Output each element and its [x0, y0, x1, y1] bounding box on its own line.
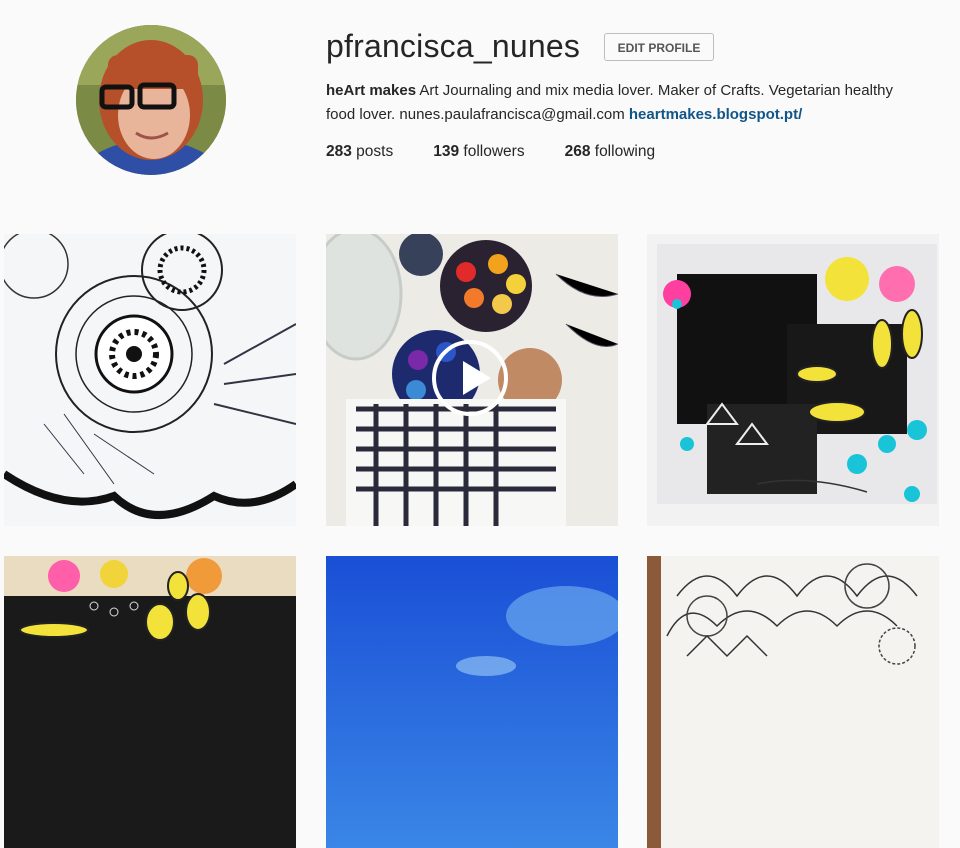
- profile-avatar[interactable]: [76, 25, 226, 175]
- post-tile-5[interactable]: [326, 556, 618, 848]
- stat-followers-label: followers: [459, 143, 525, 160]
- bio-full-name: heArt makes: [326, 82, 417, 99]
- stat-followers-count: 139: [433, 143, 460, 160]
- post-tile-4[interactable]: [4, 556, 296, 848]
- post-tile-1[interactable]: [4, 234, 296, 526]
- play-icon: [432, 340, 508, 416]
- stat-following[interactable]: 268 following: [565, 143, 656, 161]
- post-tile-3[interactable]: [647, 234, 939, 526]
- profile-bio: heArt makes Art Journaling and mix media…: [326, 79, 926, 127]
- stat-posts-count: 283: [326, 143, 352, 160]
- post-tile-6[interactable]: [647, 556, 939, 848]
- stat-following-count: 268: [564, 143, 591, 160]
- profile-username: pfrancisca_nunes: [326, 28, 581, 64]
- stat-posts-label: posts: [351, 143, 394, 160]
- stat-posts: 283 posts: [326, 143, 393, 161]
- edit-profile-button[interactable]: EDIT PROFILE: [604, 33, 714, 61]
- profile-stats: 283 posts 139 followers 268 following: [326, 143, 695, 161]
- stat-followers[interactable]: 139 followers: [433, 143, 524, 161]
- stat-following-label: following: [590, 143, 656, 160]
- post-tile-2[interactable]: [326, 234, 618, 526]
- bio-link[interactable]: heartmakes.blogspot.pt/: [629, 106, 802, 123]
